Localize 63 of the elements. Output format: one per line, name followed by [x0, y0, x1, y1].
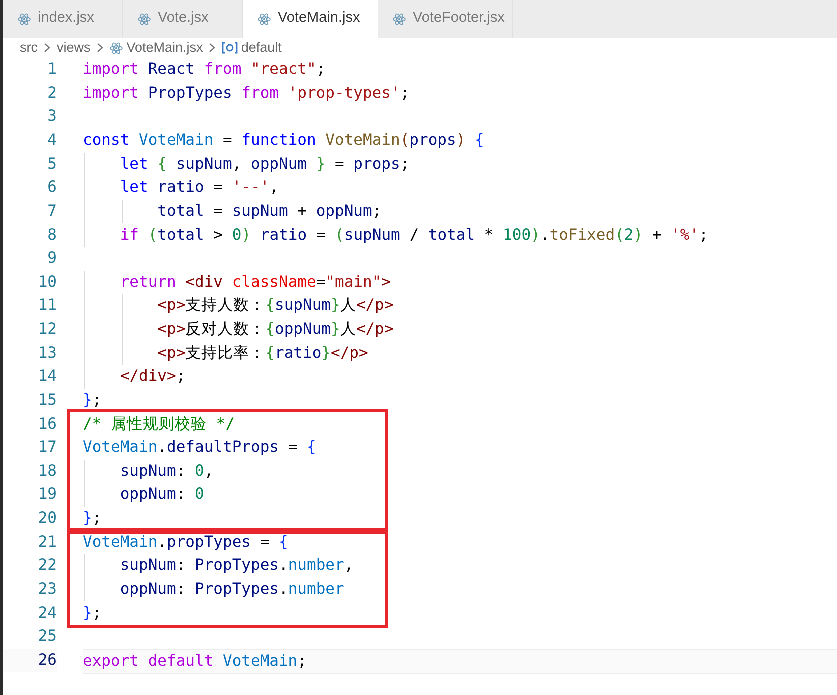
line-number: 8 [48, 224, 57, 246]
breadcrumb-item[interactable]: default [241, 38, 282, 58]
breadcrumb-item[interactable]: VoteMain.jsx [126, 38, 204, 58]
code-line: }; [83, 508, 102, 530]
react-icon [138, 12, 151, 26]
react-icon [258, 12, 271, 26]
line-number: 10 [38, 272, 57, 293]
line-number: 1 [48, 59, 57, 80]
line-number: 16 [38, 414, 57, 435]
code-line: }; [83, 390, 102, 411]
chevron-icon [96, 43, 104, 53]
code-line: VoteMain.propTypes = { [83, 532, 288, 553]
react-icon [110, 42, 123, 54]
line-number: 17 [38, 437, 57, 458]
line-number: 4 [48, 130, 57, 152]
chevron-icon [209, 43, 216, 53]
code-line: supNum: PropTypes.number, [119, 555, 354, 576]
code-line: if (total > 0) ratio = (supNum / total * 100).toFixed(2) + '%'; [119, 224, 708, 246]
code-line: VoteMain.defaultProps = { [83, 437, 316, 458]
code-line: return <div className="main"> [119, 272, 392, 293]
code-line: let { supNum, oppNum } = props; [119, 154, 410, 175]
code-line: <p>支持人数：{supNum}人</p> [156, 295, 394, 316]
code-line: /* 属性规则校验 */ [83, 414, 235, 435]
line-number: 25 [38, 626, 57, 648]
line-number: 7 [48, 200, 57, 222]
line-number: 19 [38, 484, 57, 506]
breadcrumb-item[interactable]: views [57, 38, 91, 58]
code-line: import PropTypes from 'prop-types'; [83, 82, 410, 104]
line-number: 23 [38, 578, 57, 600]
react-icon [18, 12, 31, 26]
chevron-icon [44, 43, 51, 53]
code-line: export default VoteMain; [83, 650, 307, 672]
code-line: const VoteMain = function VoteMain(props) { [83, 130, 484, 152]
code-line: </div>; [119, 366, 186, 388]
code-line: }; [83, 602, 102, 624]
code-line: import React from "react"; [83, 59, 326, 80]
line-number: 15 [38, 390, 57, 411]
code-line: oppNum: PropTypes.number [119, 578, 344, 600]
line-number: 5 [48, 154, 57, 175]
line-number: 12 [38, 319, 57, 340]
line-number: 2 [48, 82, 57, 104]
code-line: <p>反对人数：{oppNum}人</p> [156, 319, 394, 340]
code-line: total = supNum + oppNum; [156, 200, 382, 222]
line-number: 6 [48, 177, 57, 198]
line-number: 20 [38, 508, 57, 530]
line-number: 24 [38, 602, 57, 624]
symbol-icon [222, 42, 238, 54]
line-number: 14 [38, 366, 57, 388]
code-line: let ratio = '--', [119, 177, 279, 198]
line-number: 3 [48, 106, 57, 128]
line-number: 22 [38, 555, 57, 576]
breadcrumb-item[interactable]: src [20, 38, 38, 58]
line-number: 18 [38, 460, 57, 482]
line-number: 9 [48, 248, 57, 270]
code-line: oppNum: 0 [119, 484, 204, 506]
code-line: <p>支持比率：{ratio}</p> [156, 342, 368, 364]
code-line: supNum: 0, [119, 460, 214, 482]
line-number: 26 [38, 650, 57, 671]
react-icon [393, 12, 406, 26]
editor-tab[interactable]: VoteMain.jsx [243, 0, 378, 38]
line-number: 21 [38, 532, 57, 553]
line-number: 11 [38, 295, 57, 316]
line-number: 13 [38, 342, 57, 364]
